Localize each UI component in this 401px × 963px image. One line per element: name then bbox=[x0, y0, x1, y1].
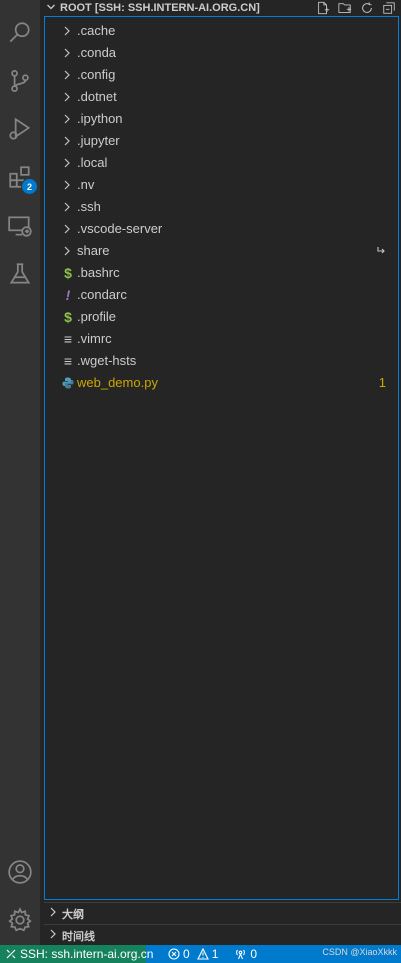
account-icon[interactable] bbox=[6, 858, 34, 886]
tree-item-label: .jupyter bbox=[77, 133, 120, 148]
tree-item-label: .nv bbox=[77, 177, 95, 192]
section-outline-label: 大纲 bbox=[62, 908, 84, 921]
chevron-right-icon bbox=[61, 218, 73, 240]
tree-item-label: .config bbox=[77, 67, 116, 82]
watermark: CSDN @XiaoXkkk bbox=[322, 947, 397, 957]
chevron-right-icon bbox=[61, 20, 73, 42]
tree-folder-vscode-server[interactable]: .vscode-server bbox=[45, 218, 398, 240]
text-file-icon: ≡ bbox=[63, 331, 73, 347]
tree-file-bashrc[interactable]: $ .bashrc bbox=[45, 262, 398, 284]
chevron-right-icon bbox=[44, 929, 62, 942]
extensions-badge: 2 bbox=[21, 178, 38, 195]
warning-count: 1 bbox=[211, 947, 219, 961]
python-icon bbox=[61, 372, 75, 394]
tree-item-label: .bashrc bbox=[77, 265, 120, 280]
chevron-right-icon bbox=[61, 196, 73, 218]
tree-folder-ipython[interactable]: .ipython bbox=[45, 108, 398, 130]
section-timeline[interactable]: 时间线 bbox=[44, 924, 401, 946]
shell-icon: $ bbox=[64, 309, 72, 325]
run-debug-icon[interactable] bbox=[6, 115, 34, 143]
file-tree: .cache .conda .config .dotnet .ipython .… bbox=[44, 16, 399, 900]
tree-item-label: web_demo.py bbox=[77, 375, 158, 390]
new-folder-icon[interactable] bbox=[337, 0, 353, 16]
tree-folder-share[interactable]: share bbox=[45, 240, 398, 262]
tree-item-label: .conda bbox=[77, 45, 117, 60]
chevron-right-icon bbox=[61, 86, 73, 108]
broadcast-icon bbox=[234, 948, 247, 960]
tree-folder-jupyter[interactable]: .jupyter bbox=[45, 130, 398, 152]
activity-bar: 2 bbox=[0, 0, 40, 945]
remote-explorer-icon[interactable] bbox=[6, 212, 34, 240]
tree-folder-nv[interactable]: .nv bbox=[45, 174, 398, 196]
ports-count: 0 bbox=[250, 947, 258, 961]
remote-label: SSH: ssh.intern-ai.org.cn bbox=[20, 947, 154, 961]
chevron-right-icon bbox=[61, 42, 73, 64]
tree-item-label: share bbox=[77, 243, 110, 258]
chevron-right-icon bbox=[61, 130, 73, 152]
problems-status[interactable]: 0 1 bbox=[168, 947, 218, 961]
source-control-icon[interactable] bbox=[6, 67, 34, 95]
yaml-icon: ! bbox=[65, 287, 71, 303]
explorer-root-title: ROOT [SSH: SSH.INTERN-AI.ORG.CN] bbox=[60, 2, 260, 14]
chevron-right-icon bbox=[61, 108, 73, 130]
search-icon[interactable] bbox=[6, 19, 34, 47]
collapse-all-icon[interactable] bbox=[381, 0, 397, 16]
tree-file-profile[interactable]: $ .profile bbox=[45, 306, 398, 328]
error-icon bbox=[168, 948, 180, 960]
symlink-icon bbox=[376, 240, 386, 262]
tree-file-wget-hsts[interactable]: ≡ .wget-hsts bbox=[45, 350, 398, 372]
chevron-down-icon bbox=[44, 2, 58, 15]
tree-file-vimrc[interactable]: ≡ .vimrc bbox=[45, 328, 398, 350]
error-count: 0 bbox=[183, 947, 190, 961]
tree-folder-ssh[interactable]: .ssh bbox=[45, 196, 398, 218]
remote-icon bbox=[6, 949, 16, 959]
tree-item-label: .vimrc bbox=[77, 331, 112, 346]
gear-icon[interactable] bbox=[6, 906, 34, 934]
chevron-right-icon bbox=[44, 907, 62, 920]
tree-file-web-demo[interactable]: web_demo.py 1 bbox=[45, 372, 398, 394]
chevron-right-icon bbox=[61, 174, 73, 196]
refresh-icon[interactable] bbox=[359, 0, 375, 16]
remote-indicator[interactable]: SSH: ssh.intern-ai.org.cn bbox=[0, 945, 153, 963]
tree-item-label: .condarc bbox=[77, 287, 127, 302]
shell-icon: $ bbox=[64, 265, 72, 281]
warning-icon bbox=[196, 948, 209, 960]
tree-folder-config[interactable]: .config bbox=[45, 64, 398, 86]
tree-item-label: .wget-hsts bbox=[77, 353, 137, 368]
tree-file-condarc[interactable]: ! .condarc bbox=[45, 284, 398, 306]
testing-icon[interactable] bbox=[6, 260, 34, 288]
tree-item-label: .vscode-server bbox=[77, 221, 163, 236]
section-timeline-label: 时间线 bbox=[62, 930, 95, 943]
tree-folder-dotnet[interactable]: .dotnet bbox=[45, 86, 398, 108]
tree-item-label: .cache bbox=[77, 23, 116, 38]
tree-item-label: .local bbox=[77, 155, 108, 170]
text-file-icon: ≡ bbox=[63, 353, 73, 369]
tree-folder-cache[interactable]: .cache bbox=[45, 20, 398, 42]
explorer-actions bbox=[315, 0, 397, 16]
new-file-icon[interactable] bbox=[315, 0, 331, 16]
tree-item-label: .dotnet bbox=[77, 89, 117, 104]
section-outline[interactable]: 大纲 bbox=[44, 902, 401, 924]
tree-item-label: .ipython bbox=[77, 111, 123, 126]
explorer-panel: ROOT [SSH: SSH.INTERN-AI.ORG.CN] .cache … bbox=[40, 0, 401, 945]
ports-status[interactable]: 0 bbox=[234, 947, 257, 961]
tree-item-label: .ssh bbox=[77, 199, 101, 214]
chevron-right-icon bbox=[61, 240, 73, 262]
chevron-right-icon bbox=[61, 152, 73, 174]
chevron-right-icon bbox=[61, 64, 73, 86]
tree-item-label: .profile bbox=[77, 309, 117, 324]
tree-folder-conda[interactable]: .conda bbox=[45, 42, 398, 64]
tree-folder-local[interactable]: .local bbox=[45, 152, 398, 174]
problems-count: 1 bbox=[378, 375, 386, 390]
